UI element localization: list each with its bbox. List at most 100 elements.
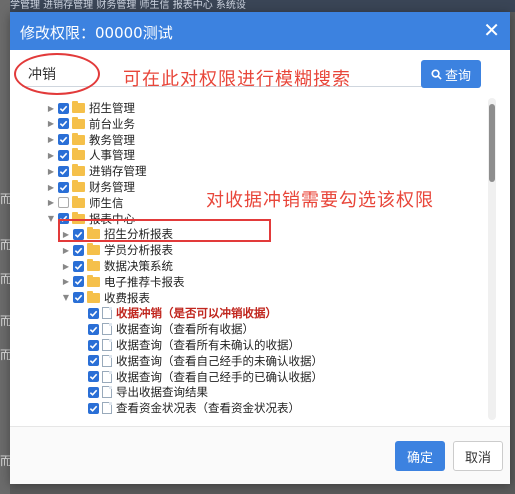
tree-node[interactable]: 查看资金状况表（查看资金状况表） xyxy=(76,400,300,416)
tree-node-label: 收据查询（查看所有未确认的收据） xyxy=(116,338,300,352)
dialog-title: 修改权限：00000测试 xyxy=(20,24,173,42)
search-highlight-circle xyxy=(14,53,100,95)
caret-right-icon[interactable]: ▶ xyxy=(46,119,56,128)
highlight-box xyxy=(58,219,271,242)
file-icon xyxy=(102,386,112,399)
caret-right-icon[interactable]: ▶ xyxy=(61,277,71,286)
checkbox-checked[interactable] xyxy=(88,386,99,398)
checkbox-checked[interactable] xyxy=(58,134,69,146)
tree-node-label: 收据查询（查看所有收据） xyxy=(116,322,254,337)
tree-node-label: 教务管理 xyxy=(89,132,135,147)
file-icon xyxy=(102,354,112,367)
close-icon[interactable]: ✕ xyxy=(483,18,500,42)
tree-node[interactable]: ▶ 数据决策系统 xyxy=(61,258,173,274)
folder-icon xyxy=(87,274,100,287)
tree-node-label: 收据查询（查看自己经手的未确认收据） xyxy=(116,353,323,368)
search-button[interactable]: 查询 xyxy=(421,60,481,88)
tree-node-label: 查看资金状况表（查看资金状况表） xyxy=(116,401,300,416)
folder-icon xyxy=(72,116,85,129)
tree-node[interactable]: ▶ 电子推荐卡报表 xyxy=(61,274,185,290)
file-icon xyxy=(102,370,112,383)
caret-right-icon[interactable]: ▶ xyxy=(61,246,71,255)
checkbox-checked[interactable] xyxy=(73,244,84,256)
folder-icon xyxy=(72,148,85,161)
dialog-footer: 确定 取消 xyxy=(10,426,510,484)
tree-node[interactable]: ▶ 财务管理 xyxy=(46,179,135,195)
search-button-label: 查询 xyxy=(444,68,471,84)
edit-permission-dialog: 修改权限：00000测试 ✕ 可在此对权限进行模糊搜索 查询 ▶ 招生管理 ▶ 前台业… xyxy=(10,12,510,484)
file-icon xyxy=(102,402,112,415)
tree-node-label: 人事管理 xyxy=(89,148,135,163)
checkbox-checked[interactable] xyxy=(58,118,69,130)
tree-node-label: 招生管理 xyxy=(89,101,135,115)
checkbox-checked[interactable] xyxy=(88,371,99,383)
folder-icon xyxy=(72,180,85,192)
tree-node[interactable]: 收据查询（查看自己经手的已确认收据） xyxy=(76,369,323,385)
folder-icon xyxy=(72,195,85,208)
dialog-header: 修改权限：00000测试 ✕ xyxy=(10,12,510,50)
tree-node-label: 导出收据查询结果 xyxy=(116,385,208,400)
caret-right-icon[interactable]: ▶ xyxy=(46,104,56,113)
tree-node-label: 电子推荐卡报表 xyxy=(104,274,185,289)
checkbox-checked[interactable] xyxy=(88,339,99,351)
tree-node-label: 前台业务 xyxy=(89,116,135,131)
tree-node-label: 师生信 xyxy=(89,195,124,210)
caret-right-icon[interactable]: ▶ xyxy=(46,151,56,160)
tree-node[interactable]: ▶ 教务管理 xyxy=(46,132,135,148)
tree-node[interactable]: 收据查询（查看所有未确认的收据） xyxy=(76,337,300,353)
tree-node-label: 财务管理 xyxy=(89,180,135,194)
checkbox-checked[interactable] xyxy=(58,181,69,193)
confirm-button[interactable]: 确定 xyxy=(395,441,445,471)
search-icon xyxy=(431,68,442,80)
file-icon xyxy=(102,339,112,351)
permission-tree: ▶ 招生管理 ▶ 前台业务 ▶ 教务管理 ▶ 人事管理 ▶ 进销存管理 ▶ 财务管理 ▶ 师生信 ▼ 报表中心… xyxy=(24,96,502,426)
checkbox-checked[interactable] xyxy=(88,307,99,319)
tree-node-label: 收据冲销（是否可以冲销收据） xyxy=(116,306,277,321)
checkbox-checked[interactable] xyxy=(88,402,99,414)
tree-node[interactable]: ▶ 学员分析报表 xyxy=(61,242,173,258)
checkbox-checked[interactable] xyxy=(58,165,69,177)
tree-node[interactable]: ▶ 前台业务 xyxy=(46,116,135,132)
tree-node[interactable]: 收据查询（查看所有收据） xyxy=(76,321,254,337)
checkbox-checked[interactable] xyxy=(73,276,84,288)
tree-node-label: 收费报表 xyxy=(104,290,150,305)
tree-node-label: 学员分析报表 xyxy=(104,243,173,258)
caret-right-icon[interactable]: ▶ xyxy=(46,167,56,176)
folder-icon xyxy=(72,164,85,177)
tree-node-label: 进销存管理 xyxy=(89,164,147,179)
tree-node[interactable]: 导出收据查询结果 xyxy=(76,384,208,400)
folder-icon xyxy=(72,132,85,145)
tree-node[interactable]: ▶ 师生信 xyxy=(46,195,124,211)
file-icon xyxy=(102,307,112,320)
search-annotation: 可在此对权限进行模糊搜索 xyxy=(123,69,351,90)
cancel-button[interactable]: 取消 xyxy=(453,441,503,471)
caret-right-icon[interactable]: ▶ xyxy=(46,198,56,207)
checkbox-checked[interactable] xyxy=(88,323,99,335)
tree-scrollbar[interactable] xyxy=(488,98,496,420)
caret-down-icon[interactable]: ▼ xyxy=(61,293,71,302)
tree-node[interactable]: ▼ 收费报表 xyxy=(61,290,150,306)
folder-icon xyxy=(87,259,100,271)
folder-icon xyxy=(87,290,100,303)
caret-right-icon[interactable]: ▶ xyxy=(61,262,71,271)
tree-node[interactable]: ▶ 人事管理 xyxy=(46,147,135,163)
caret-down-icon[interactable]: ▼ xyxy=(46,214,56,223)
checkbox-unchecked[interactable] xyxy=(58,197,69,209)
scrollbar-thumb[interactable] xyxy=(489,104,495,182)
background-nav-bar: 入学管理 进销存管理 财务管理 师生信 报表中心 系统设 xyxy=(0,0,515,12)
tree-node[interactable]: ▶ 进销存管理 xyxy=(46,163,147,179)
tree-node[interactable]: 收据查询（查看自己经手的未确认收据） xyxy=(76,353,323,369)
checkbox-checked[interactable] xyxy=(58,149,69,161)
folder-icon xyxy=(87,243,100,256)
tree-node-label: 收据查询（查看自己经手的已确认收据） xyxy=(116,369,323,384)
tree-node[interactable]: 收据冲销（是否可以冲销收据） xyxy=(76,305,277,321)
tree-annotation: 对收据冲销需要勾选该权限 xyxy=(206,190,434,211)
checkbox-checked[interactable] xyxy=(73,292,84,304)
tree-node[interactable]: ▶ 招生管理 xyxy=(46,100,135,116)
checkbox-checked[interactable] xyxy=(88,355,99,367)
caret-right-icon[interactable]: ▶ xyxy=(46,183,56,192)
tree-node-label: 数据决策系统 xyxy=(104,259,173,273)
checkbox-checked[interactable] xyxy=(58,102,69,114)
checkbox-checked[interactable] xyxy=(73,260,84,272)
caret-right-icon[interactable]: ▶ xyxy=(46,135,56,144)
